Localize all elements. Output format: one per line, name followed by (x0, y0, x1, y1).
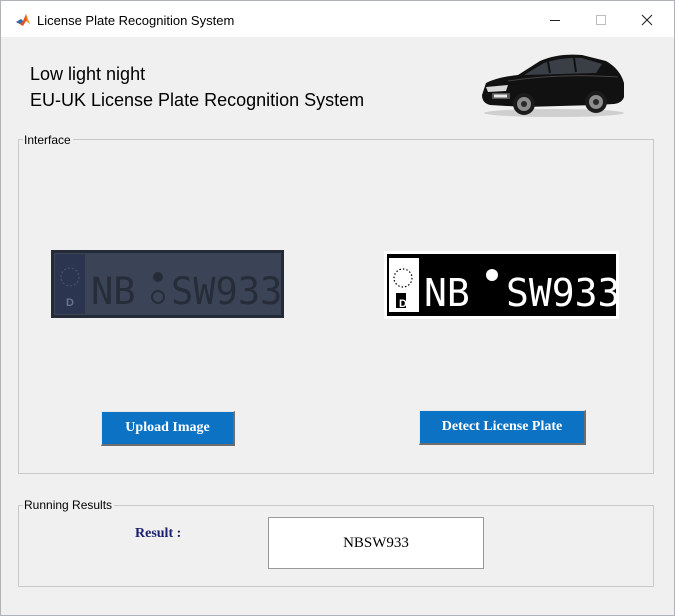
detect-license-plate-button[interactable]: Detect License Plate (419, 410, 586, 445)
binary-plate-right-text: SW933 (506, 271, 619, 315)
header-title: EU-UK License Plate Recognition System (30, 90, 365, 110)
binary-plate-country: D (399, 298, 407, 310)
result-value-field: NBSW933 (268, 517, 484, 569)
header-subtitle: Low light night (30, 64, 146, 84)
interface-panel-label: Interface (23, 133, 73, 147)
close-button[interactable] (625, 7, 669, 33)
results-panel-label: Running Results (23, 498, 115, 512)
minimize-button[interactable] (533, 7, 577, 33)
binary-plate-image: D NB SW933 (384, 251, 619, 319)
binary-plate-left-text: NB (424, 271, 470, 315)
input-plate-right-text: SW933 (171, 270, 282, 313)
maximize-icon (596, 15, 606, 25)
app-window: License Plate Recognition System Low lig… (0, 0, 675, 616)
window-title: License Plate Recognition System (37, 13, 235, 28)
input-plate-country: D (66, 297, 74, 309)
result-label: Result : (135, 526, 182, 541)
minimize-icon (550, 20, 560, 21)
car-image (482, 54, 624, 117)
input-plate-left-text: NB (91, 270, 136, 313)
input-plate-image: D NB SW933 (51, 250, 284, 318)
close-icon (641, 14, 653, 26)
title-bar: License Plate Recognition System (1, 1, 674, 37)
upload-image-button[interactable]: Upload Image (101, 411, 235, 446)
maximize-button[interactable] (579, 7, 623, 33)
matlab-icon (16, 14, 30, 26)
